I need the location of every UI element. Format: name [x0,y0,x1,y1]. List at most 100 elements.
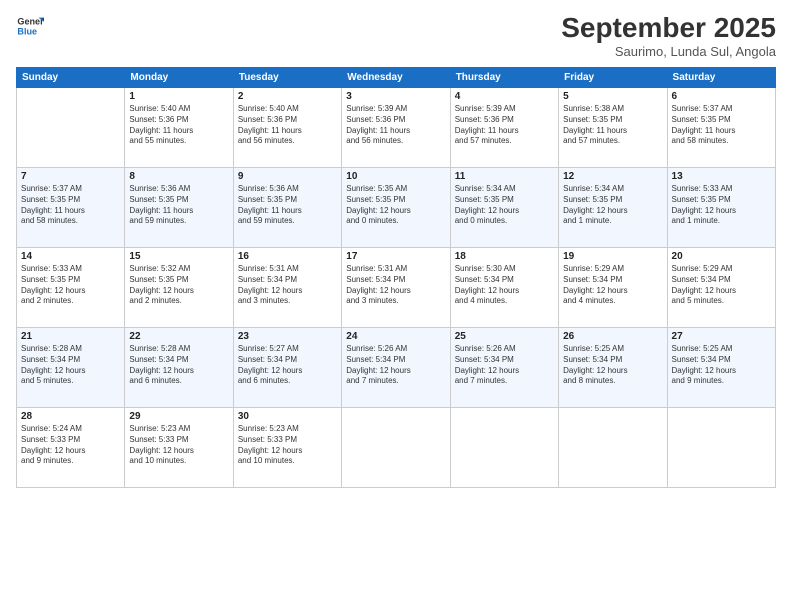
day-number: 28 [21,411,120,422]
day-info: Sunrise: 5:31 AM Sunset: 5:34 PM Dayligh… [346,264,445,307]
table-row: 24 Sunrise: 5:26 AM Sunset: 5:34 PM Dayli… [342,328,450,408]
day-number: 3 [346,91,445,102]
col-thursday: Thursday [450,68,558,88]
day-info: Sunrise: 5:34 AM Sunset: 5:35 PM Dayligh… [563,184,662,227]
table-row: 18 Sunrise: 5:30 AM Sunset: 5:34 PM Dayli… [450,248,558,328]
table-row: 6 Sunrise: 5:37 AM Sunset: 5:35 PM Daylig… [667,88,775,168]
day-info: Sunrise: 5:37 AM Sunset: 5:35 PM Dayligh… [21,184,120,227]
day-info: Sunrise: 5:28 AM Sunset: 5:34 PM Dayligh… [21,344,120,387]
day-number: 25 [455,331,554,342]
week-row-4: 21Sunrise: 5:28 AM Sunset: 5:34 PM Dayli… [17,328,776,408]
day-number: 8 [129,171,228,182]
week-row-1: 1 Sunrise: 5:40 AM Sunset: 5:36 PM Daylig… [17,88,776,168]
table-row [667,408,775,488]
day-info: Sunrise: 5:30 AM Sunset: 5:34 PM Dayligh… [455,264,554,307]
table-row: 21Sunrise: 5:28 AM Sunset: 5:34 PM Dayli… [17,328,125,408]
day-info: Sunrise: 5:25 AM Sunset: 5:34 PM Dayligh… [563,344,662,387]
day-info: Sunrise: 5:29 AM Sunset: 5:34 PM Dayligh… [672,264,771,307]
day-number: 18 [455,251,554,262]
day-number: 20 [672,251,771,262]
day-info: Sunrise: 5:36 AM Sunset: 5:35 PM Dayligh… [129,184,228,227]
table-row [559,408,667,488]
day-number: 11 [455,171,554,182]
table-row: 10 Sunrise: 5:35 AM Sunset: 5:35 PM Dayli… [342,168,450,248]
day-info: Sunrise: 5:31 AM Sunset: 5:34 PM Dayligh… [238,264,337,307]
week-row-5: 28Sunrise: 5:24 AM Sunset: 5:33 PM Dayli… [17,408,776,488]
table-row: 29Sunrise: 5:23 AM Sunset: 5:33 PM Dayli… [125,408,233,488]
day-info: Sunrise: 5:38 AM Sunset: 5:35 PM Dayligh… [563,104,662,147]
table-row: 3 Sunrise: 5:39 AM Sunset: 5:36 PM Daylig… [342,88,450,168]
day-number: 17 [346,251,445,262]
day-info: Sunrise: 5:34 AM Sunset: 5:35 PM Dayligh… [455,184,554,227]
day-number: 19 [563,251,662,262]
day-info: Sunrise: 5:33 AM Sunset: 5:35 PM Dayligh… [672,184,771,227]
table-row: 30Sunrise: 5:23 AM Sunset: 5:33 PM Dayli… [233,408,341,488]
day-info: Sunrise: 5:35 AM Sunset: 5:35 PM Dayligh… [346,184,445,227]
day-number: 4 [455,91,554,102]
table-row [17,88,125,168]
table-row: 1 Sunrise: 5:40 AM Sunset: 5:36 PM Daylig… [125,88,233,168]
week-row-2: 7 Sunrise: 5:37 AM Sunset: 5:35 PM Daylig… [17,168,776,248]
table-row: 2Sunrise: 5:40 AM Sunset: 5:36 PM Daylig… [233,88,341,168]
table-row: 12 Sunrise: 5:34 AM Sunset: 5:35 PM Dayli… [559,168,667,248]
table-row: 28Sunrise: 5:24 AM Sunset: 5:33 PM Dayli… [17,408,125,488]
table-row: 16 Sunrise: 5:31 AM Sunset: 5:34 PM Dayli… [233,248,341,328]
day-info: Sunrise: 5:26 AM Sunset: 5:34 PM Dayligh… [346,344,445,387]
day-number: 13 [672,171,771,182]
day-number: 24 [346,331,445,342]
table-row: 9Sunrise: 5:36 AM Sunset: 5:35 PM Daylig… [233,168,341,248]
table-row: 25 Sunrise: 5:26 AM Sunset: 5:34 PM Dayli… [450,328,558,408]
col-monday: Monday [125,68,233,88]
day-number: 29 [129,411,228,422]
page: General Blue September 2025 Saurimo, Lun… [0,0,792,612]
day-number: 22 [129,331,228,342]
col-wednesday: Wednesday [342,68,450,88]
table-row: 14Sunrise: 5:33 AM Sunset: 5:35 PM Dayli… [17,248,125,328]
week-row-3: 14Sunrise: 5:33 AM Sunset: 5:35 PM Dayli… [17,248,776,328]
table-row: 7 Sunrise: 5:37 AM Sunset: 5:35 PM Daylig… [17,168,125,248]
day-number: 10 [346,171,445,182]
day-info: Sunrise: 5:39 AM Sunset: 5:36 PM Dayligh… [346,104,445,147]
day-number: 14 [21,251,120,262]
table-row: 15 Sunrise: 5:32 AM Sunset: 5:35 PM Dayli… [125,248,233,328]
table-row: 26 Sunrise: 5:25 AM Sunset: 5:34 PM Dayli… [559,328,667,408]
day-number: 1 [129,91,228,102]
calendar-header-row: Sunday Monday Tuesday Wednesday Thursday… [17,68,776,88]
col-tuesday: Tuesday [233,68,341,88]
day-info: Sunrise: 5:28 AM Sunset: 5:34 PM Dayligh… [129,344,228,387]
day-info: Sunrise: 5:26 AM Sunset: 5:34 PM Dayligh… [455,344,554,387]
day-number: 7 [21,171,120,182]
col-saturday: Saturday [667,68,775,88]
day-number: 27 [672,331,771,342]
day-number: 6 [672,91,771,102]
logo-icon: General Blue [16,12,44,40]
table-row [342,408,450,488]
day-info: Sunrise: 5:40 AM Sunset: 5:36 PM Dayligh… [238,104,337,147]
month-title: September 2025 [561,12,776,44]
day-info: Sunrise: 5:40 AM Sunset: 5:36 PM Dayligh… [129,104,228,147]
day-info: Sunrise: 5:32 AM Sunset: 5:35 PM Dayligh… [129,264,228,307]
day-number: 30 [238,411,337,422]
day-info: Sunrise: 5:36 AM Sunset: 5:35 PM Dayligh… [238,184,337,227]
day-number: 12 [563,171,662,182]
table-row: 27Sunrise: 5:25 AM Sunset: 5:34 PM Dayli… [667,328,775,408]
location-subtitle: Saurimo, Lunda Sul, Angola [561,44,776,59]
table-row: 8 Sunrise: 5:36 AM Sunset: 5:35 PM Daylig… [125,168,233,248]
table-row: 19 Sunrise: 5:29 AM Sunset: 5:34 PM Dayli… [559,248,667,328]
calendar-table: Sunday Monday Tuesday Wednesday Thursday… [16,67,776,488]
day-info: Sunrise: 5:27 AM Sunset: 5:34 PM Dayligh… [238,344,337,387]
table-row: 17 Sunrise: 5:31 AM Sunset: 5:34 PM Dayli… [342,248,450,328]
table-row: 22 Sunrise: 5:28 AM Sunset: 5:34 PM Dayli… [125,328,233,408]
title-area: September 2025 Saurimo, Lunda Sul, Angol… [561,12,776,59]
logo: General Blue [16,12,44,40]
day-info: Sunrise: 5:29 AM Sunset: 5:34 PM Dayligh… [563,264,662,307]
table-row: 13 Sunrise: 5:33 AM Sunset: 5:35 PM Dayli… [667,168,775,248]
day-number: 15 [129,251,228,262]
day-number: 16 [238,251,337,262]
day-number: 5 [563,91,662,102]
day-number: 23 [238,331,337,342]
day-info: Sunrise: 5:37 AM Sunset: 5:35 PM Dayligh… [672,104,771,147]
table-row: 5 Sunrise: 5:38 AM Sunset: 5:35 PM Daylig… [559,88,667,168]
col-sunday: Sunday [17,68,125,88]
day-number: 26 [563,331,662,342]
